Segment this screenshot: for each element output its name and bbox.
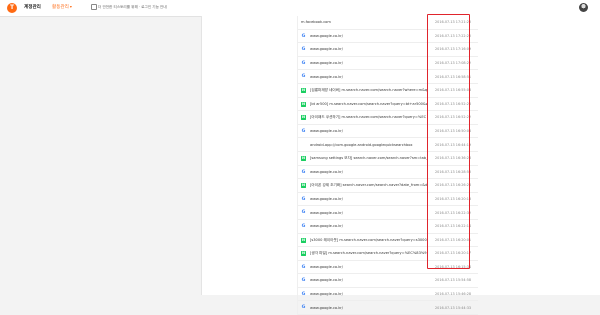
history-url[interactable]: www.google.co.kr/ bbox=[310, 75, 428, 79]
security-notice-link[interactable]: 더 안전한 티스토리를 위해 · 로그인 기능 안내 bbox=[98, 5, 167, 10]
history-timestamp: 2016-07-13 15:44:33 bbox=[435, 305, 472, 310]
google-icon: G bbox=[301, 196, 306, 202]
history-timestamp: 2016-07-13 16:52:28 bbox=[435, 101, 472, 106]
history-timestamp: 2016-07-13 16:36:28 bbox=[435, 156, 472, 161]
history-row[interactable]: m.facebook.com 2016-07-13 17:21:20 bbox=[298, 16, 478, 30]
tistory-logo-icon[interactable]: T bbox=[7, 3, 17, 13]
naver-icon: N bbox=[301, 155, 306, 161]
history-timestamp: 2016-07-13 16:20:01 bbox=[435, 237, 472, 242]
history-row[interactable]: Gwww.google.co.kr/2016-07-13 16:22:14 bbox=[298, 220, 478, 234]
naver-icon: N bbox=[301, 237, 306, 243]
history-timestamp: 2016-07-13 16:22:14 bbox=[435, 224, 472, 229]
history-row[interactable]: Gwww.google.co.kr/2016-07-13 15:54:58 bbox=[298, 274, 478, 288]
history-url[interactable]: [아이폰 강제 초기화] search.naver.com/search.nav… bbox=[310, 183, 428, 187]
google-icon: G bbox=[301, 47, 306, 53]
history-row[interactable]: N [생각 파일] m.search.naver.com/search.naver… bbox=[298, 247, 478, 261]
google-icon: G bbox=[301, 305, 306, 311]
history-url[interactable]: www.google.co.kr/ bbox=[310, 211, 428, 215]
history-timestamp: 2016-07-13 17:21:20 bbox=[435, 20, 472, 25]
naver-icon: N bbox=[301, 87, 306, 93]
activity-menu[interactable]: 활동관리▾ bbox=[52, 4, 72, 10]
history-row[interactable]: Gwww.google.co.kr/2016-07-13 16:58:51 bbox=[298, 70, 478, 84]
history-timestamp: 2016-07-13 16:22:32 bbox=[435, 210, 472, 215]
activity-menu-label: 활동관리 bbox=[52, 5, 69, 10]
history-url[interactable]: [생각 파일] m.search.naver.com/search.naver?… bbox=[310, 251, 428, 255]
history-row[interactable]: N [검룡파재방 네이버] m.search.naver.com/search.n… bbox=[298, 84, 478, 98]
history-url[interactable]: www.google.co.kr/ bbox=[310, 265, 428, 269]
history-row[interactable]: N [아이폰 강제 초기화] search.naver.com/search.na… bbox=[298, 179, 478, 193]
history-timestamp: 2016-07-13 15:46:28 bbox=[435, 292, 472, 297]
history-row[interactable]: Gwww.google.co.kr/2016-07-13 16:15:34 bbox=[298, 261, 478, 275]
history-url[interactable]: www.google.co.kr/ bbox=[310, 34, 428, 38]
history-url[interactable]: [s3000 레이아웃] m.search.naver.com/search.n… bbox=[310, 238, 428, 242]
history-timestamp: 2016-07-13 16:58:51 bbox=[435, 74, 472, 79]
history-url[interactable]: www.google.co.kr/ bbox=[310, 47, 428, 51]
history-row[interactable]: Gwww.google.co.kr/2016-07-13 16:20:13 bbox=[298, 193, 478, 207]
notice-icon bbox=[91, 4, 97, 10]
history-url[interactable]: www.google.co.kr/ bbox=[310, 292, 428, 296]
history-timestamp: 2016-07-13 16:50:06 bbox=[435, 128, 472, 133]
history-row[interactable]: N [s3000 레이아웃] m.search.naver.com/search.… bbox=[298, 234, 478, 248]
history-timestamp: 2016-07-13 16:26:26 bbox=[435, 183, 472, 188]
history-timestamp: 2016-07-13 16:15:34 bbox=[435, 264, 472, 269]
history-row[interactable]: N [아이패드 쿠션하기] m.search.naver.com/search.n… bbox=[298, 111, 478, 125]
history-row[interactable]: Gwww.google.co.kr/2016-07-13 17:08:22 bbox=[298, 57, 478, 71]
history-row[interactable]: Gwww.google.co.kr/2016-07-13 17:22:20 bbox=[298, 30, 478, 44]
history-list: m.facebook.com 2016-07-13 17:21:20 Gwww.go… bbox=[297, 16, 478, 315]
history-row[interactable]: Gwww.google.co.kr/2016-07-13 16:22:32 bbox=[298, 206, 478, 220]
history-url[interactable]: m.facebook.com bbox=[301, 20, 419, 24]
history-url[interactable]: www.google.co.kr/ bbox=[310, 224, 428, 228]
history-url[interactable]: www.google.co.kr/ bbox=[310, 278, 428, 282]
google-icon: G bbox=[301, 291, 306, 297]
top-bar: T 계정관리 활동관리▾ 더 안전한 티스토리를 위해 · 로그인 기능 안내 bbox=[0, 0, 600, 17]
history-timestamp: 2016-07-13 16:44:19 bbox=[435, 142, 472, 147]
history-timestamp: 2016-07-13 17:16:09 bbox=[435, 47, 472, 52]
history-timestamp: 2016-07-13 16:20:13 bbox=[435, 196, 472, 201]
google-icon: G bbox=[301, 278, 306, 284]
avatar[interactable] bbox=[579, 3, 588, 12]
history-url[interactable]: android-app://com.google.android.googleq… bbox=[310, 143, 428, 147]
history-url[interactable]: www.google.co.kr/ bbox=[310, 197, 428, 201]
history-url[interactable]: www.google.co.kr/ bbox=[310, 129, 428, 133]
google-icon: G bbox=[301, 60, 306, 66]
history-row[interactable]: Gwww.google.co.kr/2016-07-13 15:44:33 bbox=[298, 301, 478, 315]
google-icon: G bbox=[301, 33, 306, 39]
history-timestamp: 2016-07-13 17:08:22 bbox=[435, 60, 472, 65]
naver-icon: N bbox=[301, 183, 306, 189]
history-timestamp: 2016-07-13 16:20:17 bbox=[435, 251, 472, 256]
google-icon: G bbox=[301, 264, 306, 270]
google-icon: G bbox=[301, 223, 306, 229]
history-url[interactable]: www.google.co.kr/ bbox=[310, 170, 428, 174]
history-timestamp: 2016-07-13 16:52:22 bbox=[435, 115, 472, 120]
history-row[interactable]: N [samsung settings 모자] search.naver.com/… bbox=[298, 152, 478, 166]
google-icon: G bbox=[301, 74, 306, 80]
google-icon: G bbox=[301, 128, 306, 134]
history-row[interactable]: android-app://com.google.android.googleq… bbox=[298, 138, 478, 152]
content-panel: m.facebook.com 2016-07-13 17:21:20 Gwww.go… bbox=[201, 16, 600, 315]
page-title[interactable]: 계정관리 bbox=[24, 4, 41, 10]
google-icon: G bbox=[301, 169, 306, 175]
naver-icon: N bbox=[301, 251, 306, 257]
history-url[interactable]: www.google.co.kr/ bbox=[310, 61, 428, 65]
history-timestamp: 2016-07-13 17:22:20 bbox=[435, 33, 472, 38]
history-url[interactable]: [아이패드 쿠션하기] m.search.naver.com/search.na… bbox=[310, 115, 428, 119]
history-row[interactable]: Gwww.google.co.kr/2016-07-13 16:28:50 bbox=[298, 166, 478, 180]
history-timestamp: 2016-07-13 15:54:58 bbox=[435, 278, 472, 283]
history-url[interactable]: [samsung settings 모자] search.naver.com/s… bbox=[310, 156, 428, 160]
history-row[interactable]: N [bt ar500] m.search.naver.com/search.na… bbox=[298, 98, 478, 112]
history-timestamp: 2016-07-13 16:55:08 bbox=[435, 88, 472, 93]
history-row[interactable]: Gwww.google.co.kr/2016-07-13 17:16:09 bbox=[298, 43, 478, 57]
history-timestamp: 2016-07-13 16:28:50 bbox=[435, 169, 472, 174]
google-icon: G bbox=[301, 210, 306, 216]
naver-icon: N bbox=[301, 115, 306, 121]
history-url[interactable]: [bt ar500] m.search.naver.com/search.nav… bbox=[310, 102, 428, 106]
history-url[interactable]: www.google.co.kr/ bbox=[310, 306, 428, 310]
chevron-down-icon: ▾ bbox=[69, 4, 72, 9]
history-row[interactable]: Gwww.google.co.kr/2016-07-13 16:50:06 bbox=[298, 125, 478, 139]
naver-icon: N bbox=[301, 101, 306, 107]
history-url[interactable]: [검룡파재방 네이버] m.search.naver.com/search.na… bbox=[310, 88, 428, 92]
